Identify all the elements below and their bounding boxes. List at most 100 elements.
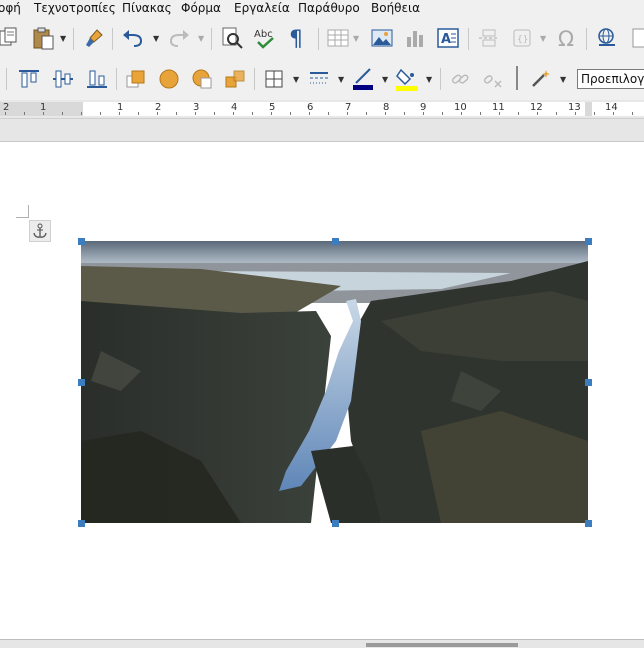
ruler-tick — [5, 112, 6, 115]
border-color-dropdown-icon[interactable]: ▼ — [382, 75, 388, 84]
borders-dropdown-icon[interactable]: ▼ — [293, 75, 299, 84]
frame-properties-button[interactable] — [525, 64, 555, 94]
background-color-dropdown-icon[interactable]: ▼ — [426, 75, 432, 84]
ruler-tick — [271, 112, 272, 115]
ruler-tick — [195, 112, 196, 115]
border-style-button[interactable] — [304, 64, 334, 94]
spellcheck-icon: Abc — [254, 29, 274, 49]
menu-tools[interactable]: Εργαλεία — [234, 1, 290, 15]
align-middle-icon — [53, 70, 73, 88]
find-replace-button[interactable] — [217, 23, 247, 53]
insert-page-break-button[interactable] — [474, 23, 504, 53]
insert-chart-button[interactable] — [400, 23, 430, 53]
resize-handle-top-left[interactable] — [78, 238, 85, 245]
ruler-tick — [233, 112, 234, 115]
ruler-tick — [613, 112, 614, 115]
separator — [516, 66, 518, 90]
ruler-right-margin-marker[interactable] — [585, 102, 592, 116]
border-style-dropdown-icon[interactable]: ▼ — [338, 75, 344, 84]
insert-footnote-button[interactable] — [625, 23, 644, 53]
ruler-tick — [537, 112, 538, 115]
menu-styles[interactable]: Τεχνοτροπίες — [34, 1, 116, 15]
resize-handle-bottom[interactable] — [332, 520, 339, 527]
resize-handle-left[interactable] — [78, 379, 85, 386]
insert-special-character-button[interactable]: Ω — [552, 23, 582, 53]
menu-insert[interactable]: οφή — [0, 1, 21, 15]
textbox-icon: A — [437, 28, 459, 48]
resize-handle-top-right[interactable] — [585, 238, 592, 245]
ruler-tick — [632, 112, 633, 115]
resize-handle-bottom-right[interactable] — [585, 520, 592, 527]
svg-text:¶: ¶ — [289, 27, 303, 50]
undo-dropdown-icon[interactable]: ▼ — [153, 34, 159, 43]
text-boundary-corner — [16, 217, 29, 218]
resize-handle-top[interactable] — [332, 238, 339, 245]
background-color-button[interactable] — [392, 64, 422, 94]
ruler-label: 8 — [383, 102, 390, 113]
link-chain-icon — [451, 74, 469, 84]
separator — [116, 68, 117, 90]
menu-form[interactable]: Φόρμα — [181, 1, 221, 15]
ruler-label: 2 — [155, 102, 162, 113]
selected-image[interactable] — [81, 241, 588, 523]
spelling-button[interactable]: Abc — [250, 23, 280, 53]
menu-table[interactable]: Πίνακας — [122, 1, 172, 15]
ruler-tick — [290, 112, 291, 115]
horizontal-ruler[interactable]: 2 1 1 2 3 4 5 6 7 8 9 10 11 12 13 14 — [0, 100, 644, 119]
clone-formatting-button[interactable] — [79, 23, 109, 53]
omega-icon: Ω — [558, 27, 574, 49]
undo-button[interactable] — [118, 23, 148, 53]
borders-button[interactable] — [259, 64, 289, 94]
undo-icon — [123, 30, 143, 47]
paste-button[interactable] — [28, 23, 58, 53]
insert-field-button[interactable]: {} — [507, 23, 537, 53]
svg-text:A: A — [441, 32, 451, 47]
ruler-tick — [62, 112, 63, 115]
insert-table-button[interactable] — [323, 23, 353, 53]
wrap-through-button[interactable] — [187, 64, 217, 94]
copy-icon — [0, 27, 17, 46]
anchor-marker[interactable] — [29, 220, 51, 242]
paste-dropdown-icon[interactable]: ▼ — [60, 34, 66, 43]
ruler-tick — [480, 112, 481, 115]
frame-style-box[interactable]: Προεπιλογή — [577, 69, 644, 89]
table-dropdown-icon[interactable]: ▼ — [353, 34, 359, 43]
align-center-vertical-button[interactable] — [48, 64, 78, 94]
insert-image-button[interactable] — [367, 23, 397, 53]
pilcrow-icon: ¶ — [289, 27, 303, 50]
insert-hyperlink-button[interactable] — [592, 23, 622, 53]
bring-to-front-icon — [126, 70, 145, 88]
menu-window[interactable]: Παράθυρο — [298, 1, 360, 15]
standard-toolbar: ▼ ▼ ▼ Abc ¶ ▼ A {} ▼ Ω — [0, 18, 644, 58]
menu-help[interactable]: Βοήθεια — [371, 1, 420, 15]
resize-handle-bottom-left[interactable] — [78, 520, 85, 527]
ruler-label: 7 — [345, 102, 352, 113]
scrollbar-thumb[interactable] — [366, 643, 518, 647]
align-bottom-button[interactable] — [82, 64, 112, 94]
ruler-tick — [43, 112, 44, 115]
redo-button[interactable] — [164, 23, 194, 53]
send-to-back-button[interactable] — [154, 64, 184, 94]
insert-textbox-button[interactable]: A — [433, 23, 463, 53]
align-top-button[interactable] — [14, 64, 44, 94]
arrange-icon — [192, 69, 212, 89]
redo-dropdown-icon[interactable]: ▼ — [198, 34, 204, 43]
frame-properties-dropdown-icon[interactable]: ▼ — [560, 75, 566, 84]
link-frames-button[interactable] — [445, 64, 475, 94]
separator — [73, 28, 74, 50]
ruler-tick — [157, 112, 158, 115]
bring-to-front-button[interactable] — [121, 64, 151, 94]
formatting-marks-button[interactable]: ¶ — [282, 23, 312, 53]
ruler-tick — [252, 112, 253, 115]
separator — [211, 28, 212, 50]
copy-button[interactable] — [0, 23, 24, 53]
align-top-icon — [19, 70, 39, 88]
field-dropdown-icon[interactable]: ▼ — [540, 34, 546, 43]
group-button[interactable] — [220, 64, 250, 94]
resize-handle-right[interactable] — [585, 379, 592, 386]
border-color-button[interactable] — [348, 64, 378, 94]
border-style-icon — [310, 72, 328, 84]
unlink-frames-button[interactable] — [478, 64, 508, 94]
menu-bar: οφή Τεχνοτροπίες Πίνακας Φόρμα Εργαλεία … — [0, 0, 644, 18]
ruler-tick — [575, 112, 576, 115]
